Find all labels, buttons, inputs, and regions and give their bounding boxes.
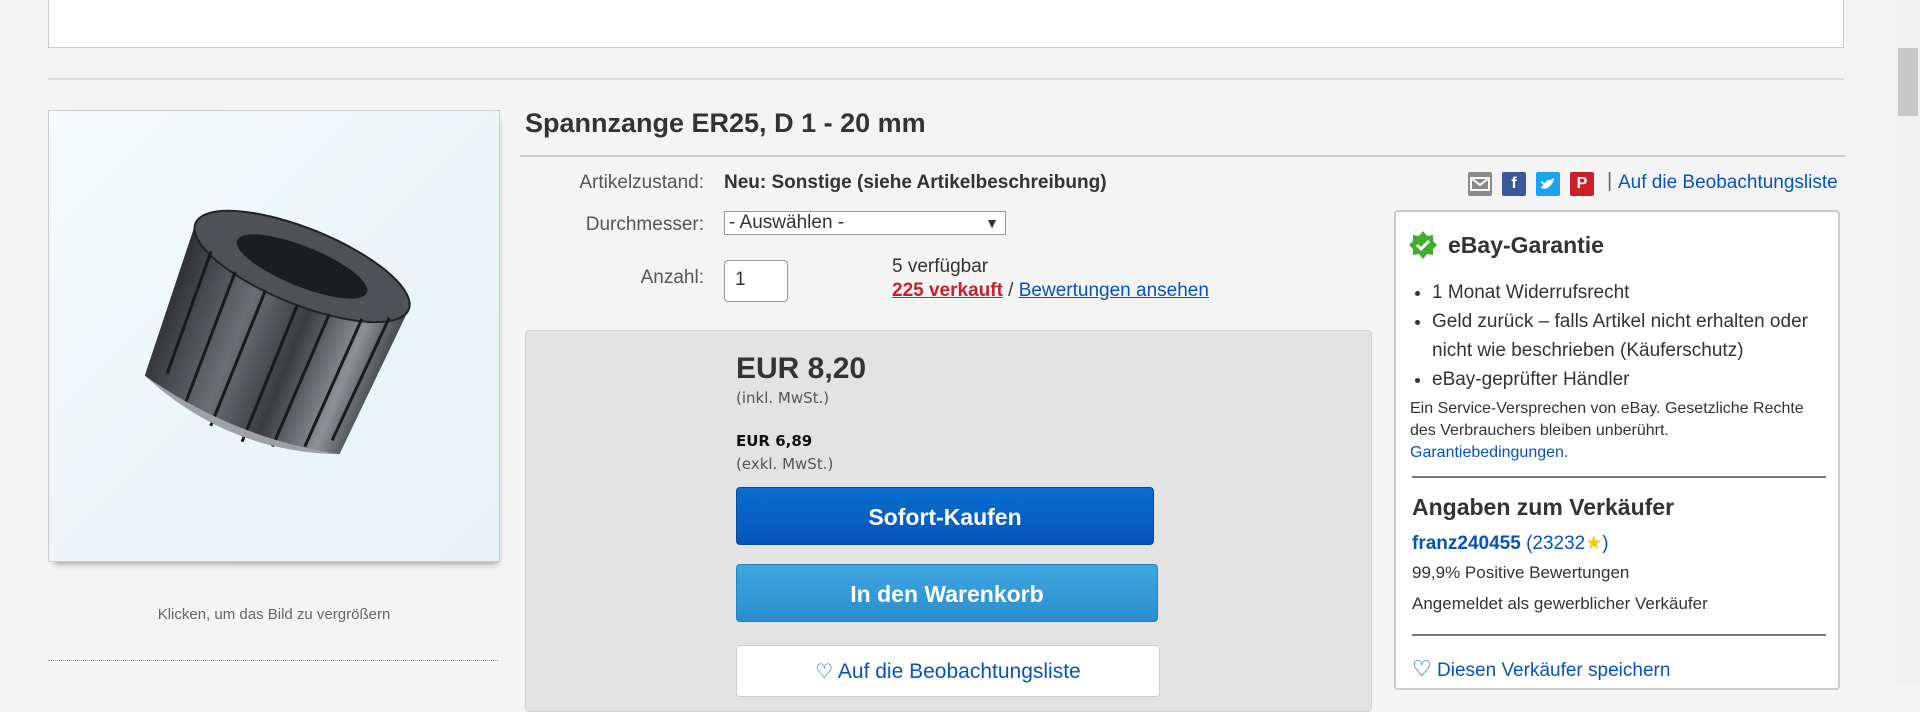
diameter-label: Durchmesser:	[585, 214, 704, 235]
seller-score-link[interactable]: 23232	[1532, 533, 1585, 554]
image-caption: Klicken, um das Bild zu vergrößern	[157, 606, 391, 623]
save-seller-link[interactable]: ♡ Diesen Verkäufer speichern	[1412, 656, 1670, 682]
watch-button[interactable]: ♡ Auf die Beobachtungsliste	[736, 645, 1160, 697]
quantity-input[interactable]: 1	[724, 260, 788, 302]
seller-registration: Angemeldet als gewerblicher Verkäufer	[1412, 594, 1708, 613]
seller-info: franz240455 (23232★)	[1412, 533, 1609, 554]
seller-name-link[interactable]: franz240455	[1412, 533, 1521, 554]
sold-line: 225 verkauft / Bewertungen ansehen	[892, 280, 1209, 302]
list-item: eBay-geprüfter Händler	[1432, 365, 1852, 394]
facebook-icon[interactable]: f	[1502, 172, 1526, 196]
availability: 5 verfügbar	[892, 256, 989, 277]
collet-image	[49, 111, 499, 561]
separator: |	[1607, 170, 1613, 192]
positive-feedback: 99,9% Positive Bewertungen	[1412, 563, 1630, 582]
heart-icon: ♡	[815, 661, 834, 683]
fine-print-text: Ein Service-Versprechen von eBay. Gesetz…	[1410, 400, 1804, 439]
diameter-select[interactable]: - Auswählen - ▼	[724, 211, 1006, 235]
sold-separator: /	[1002, 280, 1019, 301]
net-price: EUR 6,89	[736, 432, 813, 450]
price: EUR 8,20	[736, 352, 867, 385]
list-item: 1 Monat Widerrufsrecht	[1432, 278, 1852, 307]
add-to-cart-button[interactable]: In den Warenkorb	[736, 564, 1158, 622]
twitter-icon[interactable]	[1536, 172, 1560, 196]
ebay-guarantee-icon	[1408, 230, 1438, 260]
title-divider	[520, 155, 1845, 157]
guarantee-fine-print: Ein Service-Versprechen von eBay. Gesetz…	[1410, 400, 1804, 461]
divider	[1412, 634, 1826, 636]
quantity-label: Anzahl:	[640, 267, 704, 288]
star-icon: ★	[1585, 533, 1603, 554]
price-note: (inkl. MwSt.)	[736, 389, 830, 407]
product-image[interactable]	[48, 110, 500, 562]
guarantee-title: eBay-Garantie	[1448, 232, 1604, 258]
divider	[1412, 476, 1826, 478]
sold-count-link[interactable]: 225 verkauft	[892, 280, 1003, 301]
list-item: Geld zurück – falls Artikel nicht erhalt…	[1432, 307, 1852, 365]
top-panel	[48, 0, 1844, 48]
product-title: Spannzange ER25, D 1 - 20 mm	[525, 108, 926, 138]
divider	[48, 660, 498, 661]
chevron-down-icon: ▼	[985, 215, 999, 231]
divider	[48, 78, 1844, 80]
condition-label: Artikelzustand:	[579, 172, 704, 193]
pinterest-icon[interactable]: P	[1570, 172, 1594, 196]
watch-button-label: Auf die Beobachtungsliste	[837, 660, 1081, 683]
terms-link[interactable]: Garantiebedingungen	[1410, 444, 1564, 461]
seller-heading: Angaben zum Verkäufer	[1412, 494, 1675, 520]
reviews-link[interactable]: Bewertungen ansehen	[1019, 280, 1209, 301]
share-icons: f P	[1468, 172, 1598, 198]
condition-value: Neu: Sonstige (siehe Artikelbeschreibung…	[724, 172, 1107, 193]
buy-now-button[interactable]: Sofort-Kaufen	[736, 487, 1154, 545]
heart-icon: ♡	[1412, 656, 1432, 681]
email-icon[interactable]	[1468, 172, 1492, 196]
guarantee-list: 1 Monat Widerrufsrecht Geld zurück – fal…	[1412, 278, 1852, 394]
scrollbar-thumb[interactable]	[1898, 48, 1918, 116]
save-seller-label: Diesen Verkäufer speichern	[1437, 660, 1671, 681]
watchlist-link[interactable]: Auf die Beobachtungsliste	[1618, 172, 1838, 194]
diameter-selected: - Auswählen -	[729, 212, 845, 233]
net-price-note: (exkl. MwSt.)	[736, 455, 834, 473]
